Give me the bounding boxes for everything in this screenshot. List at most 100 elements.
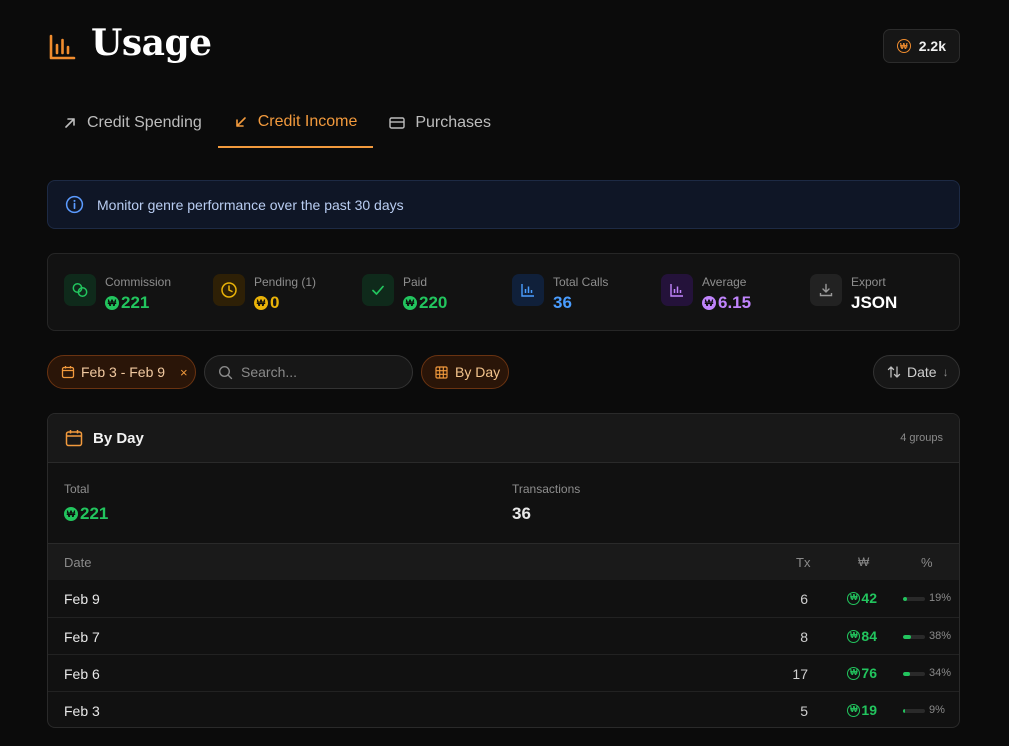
panel-summary: Total ₩221 Transactions 36 (48, 463, 959, 544)
stat-commission: Commission ₩221 (64, 274, 171, 313)
credit-balance-value: 2.2k (918, 38, 946, 54)
page-header: Usage ₩ 2.2k (47, 22, 960, 70)
table-row[interactable]: Feb 3 5 ₩19 9% (48, 691, 959, 727)
calendar-icon (65, 430, 83, 447)
info-notice-text: Monitor genre performance over the past … (97, 196, 404, 213)
export-json-button[interactable]: Export JSON (810, 274, 897, 313)
search-input[interactable] (241, 364, 391, 380)
stat-value: 221 (121, 293, 150, 312)
date-range-label: Feb 3 - Feb 9 (81, 364, 166, 380)
date-range-filter[interactable]: Feb 3 - Feb 9 × (47, 355, 196, 389)
tab-purchases[interactable]: Purchases (373, 100, 507, 146)
stat-total-calls: Total Calls 36 (512, 274, 608, 313)
table-body: Feb 9 6 ₩42 19% Feb 7 8 ₩84 38% Feb 6 17… (48, 580, 959, 727)
bar-chart-icon (661, 274, 693, 306)
page-title: Usage (91, 22, 212, 64)
credit-coin-icon: ₩ (254, 296, 268, 310)
row-percent: 38% (929, 630, 952, 642)
share-bar-fill (903, 672, 911, 676)
stat-label: Export (851, 275, 886, 289)
group-by-button[interactable]: By Day (421, 355, 509, 389)
share-bar (903, 635, 925, 639)
arrow-up-right-icon (65, 118, 75, 128)
calendar-icon (61, 366, 75, 379)
credit-card-icon (389, 117, 406, 129)
sort-button[interactable]: Date ↓ (873, 355, 960, 389)
row-tx: 6 (800, 591, 808, 607)
stat-value: JSON (851, 293, 898, 312)
summary-label: Transactions (512, 482, 581, 496)
stat-paid: Paid ₩220 (362, 274, 447, 313)
usage-tabs: Credit Spending Credit Income Purchases (47, 100, 507, 148)
column-header-tx[interactable]: Tx (796, 555, 810, 570)
summary-label: Total (64, 482, 90, 496)
stat-value: 6.15 (718, 293, 752, 312)
group-by-label: By Day (455, 364, 501, 380)
group-count: 4 groups (900, 432, 943, 444)
row-percent: 34% (929, 667, 952, 679)
column-header-amount[interactable]: ₩ (858, 555, 869, 569)
tab-label: Credit Spending (87, 114, 202, 131)
credit-coin-icon: ₩ (105, 296, 119, 310)
row-date: Feb 9 (64, 591, 100, 607)
sort-label: Date (907, 364, 937, 380)
row-amount: 84 (861, 628, 877, 644)
stat-label: Average (702, 275, 747, 289)
stat-label: Pending (1) (254, 275, 317, 289)
coins-icon (64, 274, 96, 306)
table-row[interactable]: Feb 7 8 ₩84 38% (48, 617, 959, 654)
row-date: Feb 3 (64, 703, 100, 719)
credit-balance-badge[interactable]: ₩ 2.2k (882, 29, 960, 63)
summary-total: Total ₩221 (64, 482, 108, 524)
share-bar (903, 672, 925, 676)
stat-pending: Pending (1) ₩0 (213, 274, 316, 313)
search-box[interactable] (204, 355, 413, 389)
credit-coin-icon: ₩ (403, 296, 417, 310)
tab-label: Credit Income (257, 113, 358, 130)
tab-credit-income[interactable]: Credit Income (217, 100, 374, 148)
info-notice: Monitor genre performance over the past … (47, 180, 960, 229)
summary-transactions: Transactions 36 (512, 482, 580, 524)
row-percent: 9% (929, 704, 945, 716)
stat-label: Commission (105, 275, 172, 289)
credit-coin-icon: ₩ (847, 703, 861, 717)
panel-title: By Day (93, 429, 144, 447)
sort-arrows-icon (887, 366, 901, 378)
info-icon (65, 195, 84, 214)
search-icon (218, 365, 233, 379)
table-row[interactable]: Feb 6 17 ₩76 34% (48, 654, 959, 691)
share-bar-fill (903, 635, 912, 639)
column-header-date[interactable]: Date (64, 555, 91, 570)
row-date: Feb 6 (64, 666, 100, 682)
stats-bar: Commission ₩221 Pending (1) ₩0 Paid ₩220… (47, 253, 960, 331)
credit-coin-icon: ₩ (847, 666, 861, 680)
share-bar (903, 597, 925, 601)
credit-coin-icon: ₩ (896, 39, 911, 53)
bar-chart-icon (49, 34, 76, 60)
stat-value: 220 (419, 293, 448, 312)
stat-average: Average ₩6.15 (661, 274, 751, 313)
share-bar-fill (903, 709, 905, 713)
download-icon (810, 274, 842, 306)
tab-label: Purchases (415, 114, 491, 131)
tab-credit-spending[interactable]: Credit Spending (47, 100, 218, 146)
table-header: Date Tx ₩ % (48, 544, 959, 580)
clear-date-icon[interactable]: × (180, 365, 188, 380)
sort-direction-icon: ↓ (942, 365, 949, 379)
row-date: Feb 7 (64, 629, 100, 645)
share-bar (903, 709, 925, 713)
credit-coin-icon: ₩ (847, 591, 861, 605)
stat-label: Paid (403, 275, 428, 289)
stat-label: Total Calls (553, 275, 609, 289)
summary-value: 221 (80, 504, 109, 523)
column-header-percent[interactable]: % (921, 555, 933, 570)
summary-value: 36 (512, 504, 531, 523)
grid-icon (435, 365, 448, 379)
row-tx: 5 (800, 703, 808, 719)
share-bar-fill (903, 597, 908, 601)
bar-chart-icon (512, 274, 544, 306)
arrow-down-left-icon (235, 117, 246, 127)
table-row[interactable]: Feb 9 6 ₩42 19% (48, 580, 959, 617)
clock-icon (213, 274, 245, 306)
row-amount: 76 (861, 665, 877, 681)
